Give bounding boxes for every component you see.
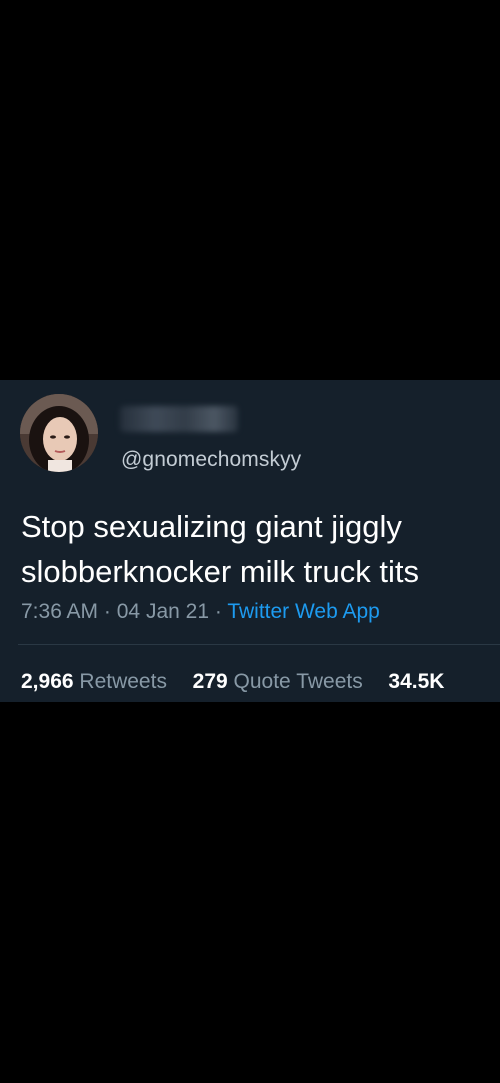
likes-count: 34.5K [388,670,445,693]
tweet-date[interactable]: 04 Jan 21 [117,600,209,623]
divider [18,644,500,645]
quote-tweets-count: 279 [192,670,228,693]
quote-tweets-stat[interactable]: 279 Quote Tweets [193,670,369,693]
quote-tweets-label: Quote Tweets [233,670,363,693]
tweet-source[interactable]: Twitter Web App [227,600,380,623]
tweet-meta: 7:36 AM · 04 Jan 21 · Twitter Web App [21,600,380,624]
tweet-card[interactable]: @gnomechomskyy Stop sexualizing giant ji… [0,380,500,702]
tweet-text: Stop sexualizing giant jiggly slobberkno… [21,509,419,589]
user-handle[interactable]: @gnomechomskyy [121,448,301,472]
likes-stat[interactable]: 34.5K [388,670,444,693]
tweet-stats: 2,966 Retweets 279 Quote Tweets 34.5K [21,670,444,694]
retweets-stat[interactable]: 2,966 Retweets [21,670,173,693]
meta-separator: · [214,600,222,623]
tweet-time[interactable]: 7:36 AM [21,600,98,623]
display-name-redacted [120,406,238,432]
retweets-label: Retweets [79,670,167,693]
retweets-count: 2,966 [21,670,74,693]
avatar[interactable] [20,394,98,472]
profile-photo-icon [20,394,98,472]
meta-separator: · [103,600,111,623]
